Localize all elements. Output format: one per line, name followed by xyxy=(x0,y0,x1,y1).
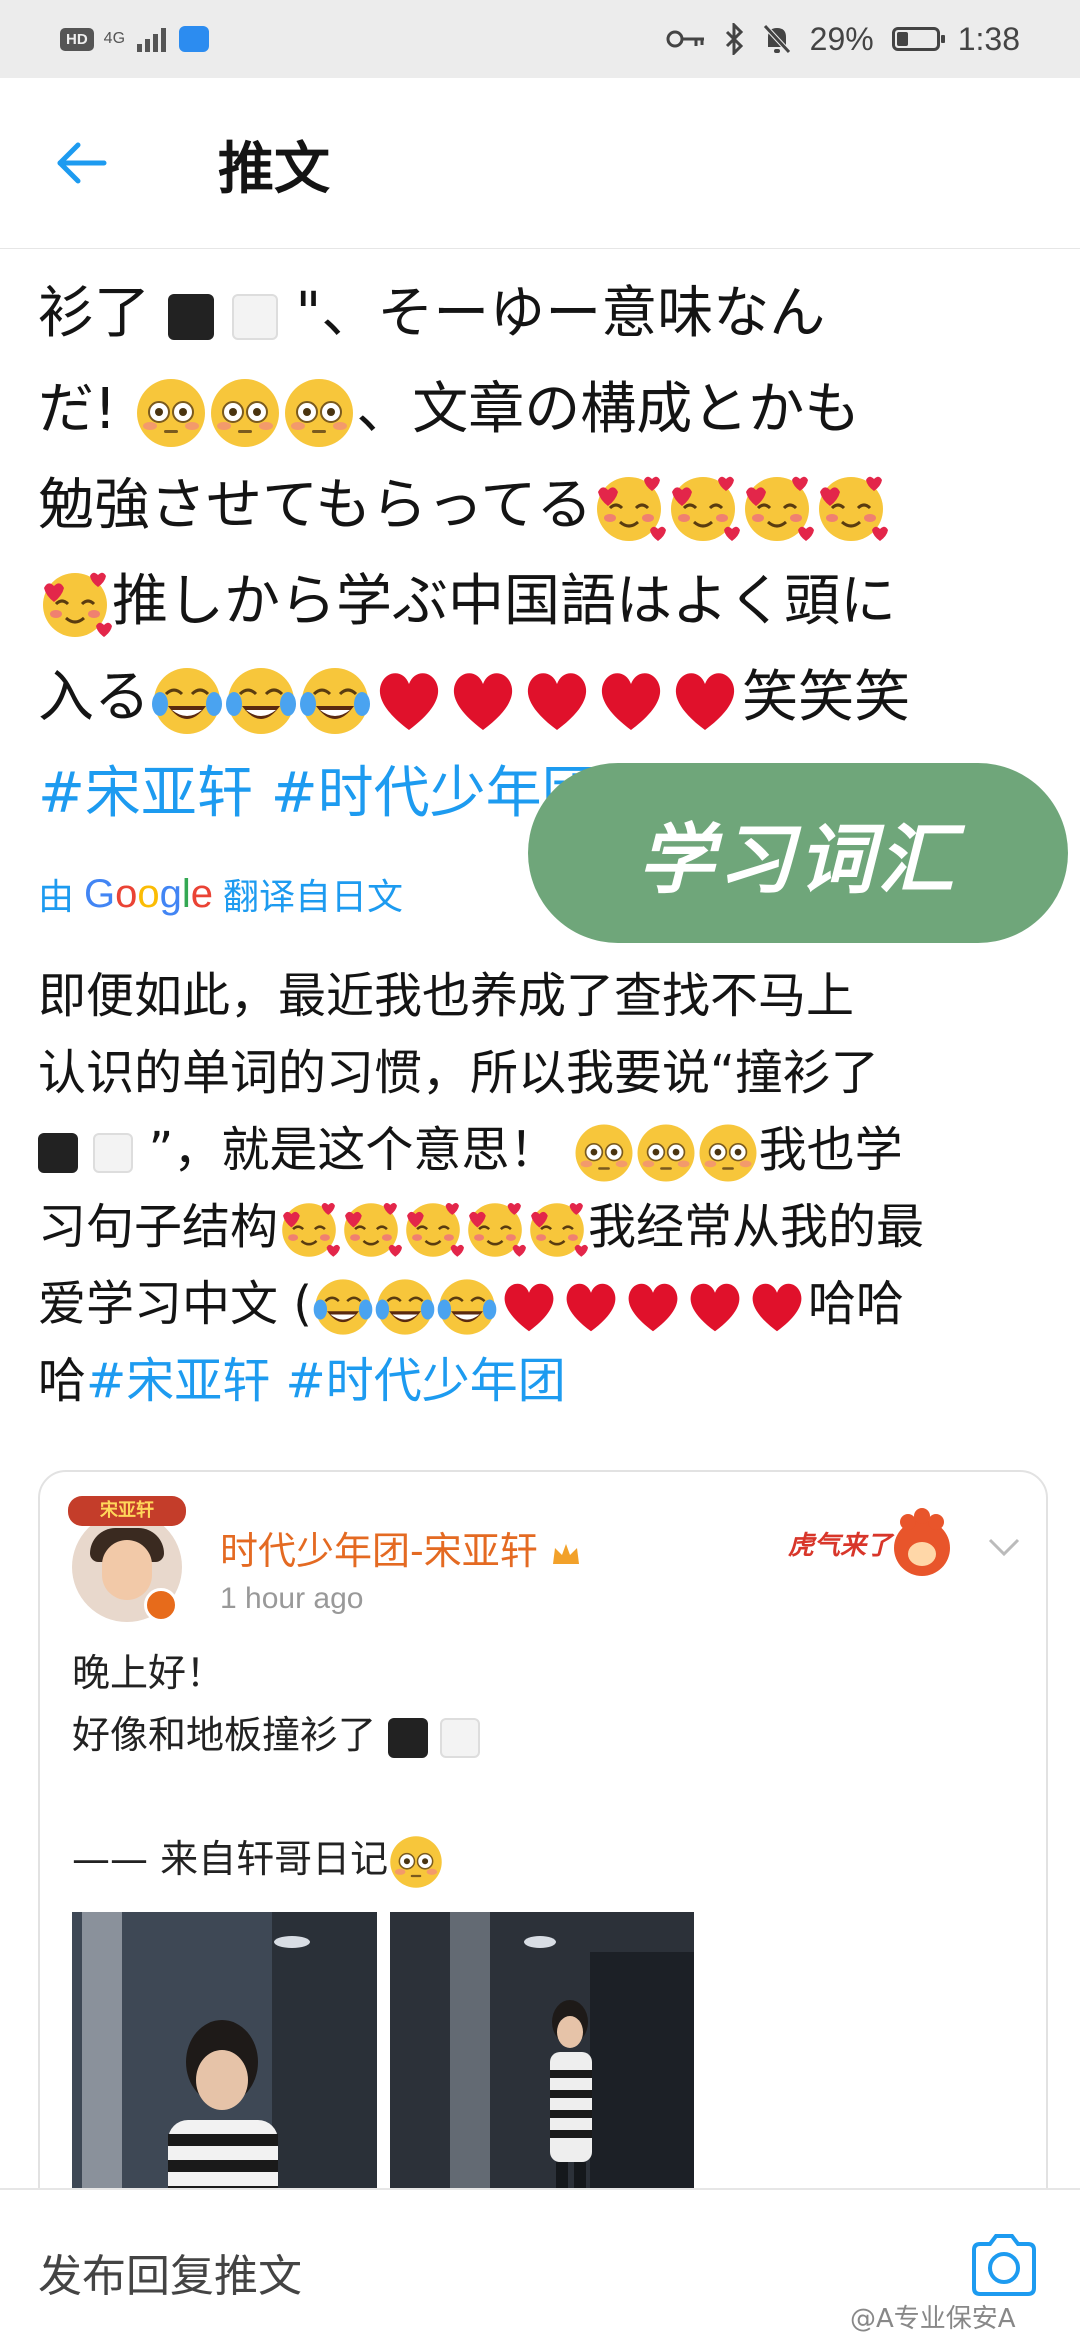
translation-line: 习句子结构 我经常从我的最 xyxy=(38,1189,1048,1266)
smiling-face-hearts-emoji xyxy=(404,1201,465,1259)
arrow-left-icon[interactable] xyxy=(52,138,112,188)
tweet-text: せっく調べる癖ついちゃって"撞 衫了 "、そーゆー意味なん だ! 、文章の構成と… xyxy=(38,248,1048,842)
battery-percent: 29% xyxy=(809,20,874,57)
battery-icon xyxy=(891,27,945,51)
post-photo[interactable] xyxy=(72,1912,377,2188)
tweet-line: せっく調べる癖ついちゃって"撞 xyxy=(38,248,1048,266)
signal-icon xyxy=(137,28,167,52)
flushed-face-emoji xyxy=(210,377,281,448)
avatar-banner: 宋亚轩 xyxy=(68,1496,186,1526)
google-logo: Google xyxy=(84,871,214,916)
tears-of-joy-emoji xyxy=(436,1278,498,1336)
network-indicator: 4G xyxy=(103,30,126,47)
red-heart-emoji xyxy=(752,1283,802,1332)
white-square-emoji xyxy=(440,1717,481,1758)
red-heart-emoji xyxy=(690,1283,740,1332)
smiling-face-hearts-emoji xyxy=(528,1201,589,1259)
red-heart-emoji xyxy=(504,1283,554,1332)
camera-icon[interactable] xyxy=(968,2232,1040,2298)
status-right: 29% 1:38 xyxy=(666,21,1020,58)
clock: 1:38 xyxy=(957,20,1020,57)
tweet-line: 勉強させてもらってる xyxy=(38,458,1048,554)
post-line: 晚上好！ xyxy=(72,1651,225,1695)
verified-badge-icon xyxy=(144,1588,178,1622)
tweet-detail: せっく調べる癖ついちゃって"撞 衫了 "、そーゆー意味なん だ! 、文章の構成と… xyxy=(0,248,1080,2188)
red-heart-emoji xyxy=(566,1283,616,1332)
smiling-face-hearts-emoji xyxy=(743,475,815,543)
red-heart-emoji xyxy=(453,673,513,730)
watermark: @A专业保安A xyxy=(850,2304,1016,2334)
avatar-face xyxy=(102,1540,152,1600)
translation-line: 认识的单词的习惯，所以我要说“撞衫了 xyxy=(38,1045,879,1101)
vocabulary-label-overlay: 学习词汇 xyxy=(528,763,1068,943)
crown-icon xyxy=(552,1543,579,1564)
translation-line: 即便如此，最近我也养成了查找不马上 xyxy=(38,968,855,1024)
smiling-face-hearts-emoji xyxy=(669,475,741,543)
red-heart-emoji xyxy=(527,673,587,730)
chevron-down-icon[interactable] xyxy=(984,1532,1024,1562)
photo-person-standing xyxy=(390,1912,694,2188)
post-body: 晚上好！ 好像和地板撞衫了 —— 来自轩哥日记 xyxy=(72,1642,481,1890)
status-left: HD 4G xyxy=(60,26,210,52)
flushed-face-emoji xyxy=(136,377,207,448)
photo-person-at-table xyxy=(72,1912,377,2188)
author-name[interactable]: 时代少年团-宋亚轩 xyxy=(220,1520,582,1575)
red-heart-emoji xyxy=(628,1283,678,1332)
flushed-face-emoji xyxy=(284,377,355,448)
tweet-line: 衫了 "、そーゆー意味なん xyxy=(38,281,826,346)
sticker-text: 虎气来了 xyxy=(788,1531,895,1561)
red-heart-emoji xyxy=(601,673,661,730)
red-heart-emoji xyxy=(675,673,735,730)
white-square-emoji xyxy=(93,1133,134,1173)
translation-hashtags[interactable]: #宋亚轩 #时代少年团 xyxy=(86,1353,566,1409)
post-line: —— 来自轩哥日记 xyxy=(72,1828,480,1890)
smiling-face-hearts-emoji xyxy=(466,1201,527,1259)
battery-fill xyxy=(896,32,908,46)
app-bar: 推文 xyxy=(0,78,1080,249)
hd-badge: HD xyxy=(60,27,94,51)
flushed-face-emoji xyxy=(389,1835,443,1888)
tiger-paw-sticker-icon: 虎气来了 xyxy=(788,1508,950,1576)
white-square-emoji xyxy=(231,293,278,340)
post-time: 1 hour ago xyxy=(220,1582,364,1615)
reply-input[interactable]: 发布回复推文 xyxy=(38,2240,302,2304)
black-square-emoji xyxy=(38,1133,78,1173)
smiling-face-hearts-emoji xyxy=(342,1201,403,1259)
smiling-face-hearts-emoji xyxy=(595,475,667,543)
tweet-line: 推しから学ぶ中国語はよく頭に xyxy=(38,554,1048,650)
black-square-emoji xyxy=(167,293,214,340)
black-square-emoji xyxy=(388,1717,429,1758)
page-title: 推文 xyxy=(218,137,330,202)
post-photo[interactable] xyxy=(390,1912,694,2188)
status-bar: HD 4G 29% 1:38 xyxy=(0,0,1080,78)
red-heart-emoji xyxy=(379,673,439,730)
tweet-line: 入る 笑笑笑 xyxy=(38,650,1048,746)
smiling-face-hearts-emoji xyxy=(41,571,112,639)
tears-of-joy-emoji xyxy=(298,666,372,736)
bluetooth-icon xyxy=(725,23,743,55)
translated-text: 即便如此，最近我也养成了查找不马上 认识的单词的习惯，所以我要说“撞衫了 ”，就… xyxy=(38,958,1048,1420)
translation-line: 哈#宋亚轩 #时代少年团 xyxy=(38,1353,566,1409)
cloud-app-icon xyxy=(179,26,210,52)
tears-of-joy-emoji xyxy=(150,666,224,736)
flushed-face-emoji xyxy=(574,1123,633,1183)
tweet-line: だ! 、文章の構成とかも xyxy=(38,362,1048,458)
smiling-face-hearts-emoji xyxy=(280,1201,341,1259)
mute-bell-icon xyxy=(762,24,791,54)
smiling-face-hearts-emoji xyxy=(817,475,889,543)
tears-of-joy-emoji xyxy=(374,1278,436,1336)
flushed-face-emoji xyxy=(636,1123,695,1183)
google-translate-attribution[interactable]: 由 Google 翻译自日文 xyxy=(38,868,403,920)
flushed-face-emoji xyxy=(698,1123,757,1183)
tears-of-joy-emoji xyxy=(224,666,298,736)
tears-of-joy-emoji xyxy=(312,1278,374,1336)
embedded-post-card[interactable]: 宋亚轩 时代少年团-宋亚轩 1 hour ago 虎气来了 晚上好！ 好像和地板… xyxy=(38,1470,1048,2188)
translation-line: 爱学习中文 (哈哈 xyxy=(38,1266,1048,1343)
post-line: 好像和地板撞衫了 xyxy=(72,1704,481,1766)
translation-line: ”，就是这个意思！ 我也学 xyxy=(38,1112,1048,1189)
key-icon xyxy=(666,30,704,48)
